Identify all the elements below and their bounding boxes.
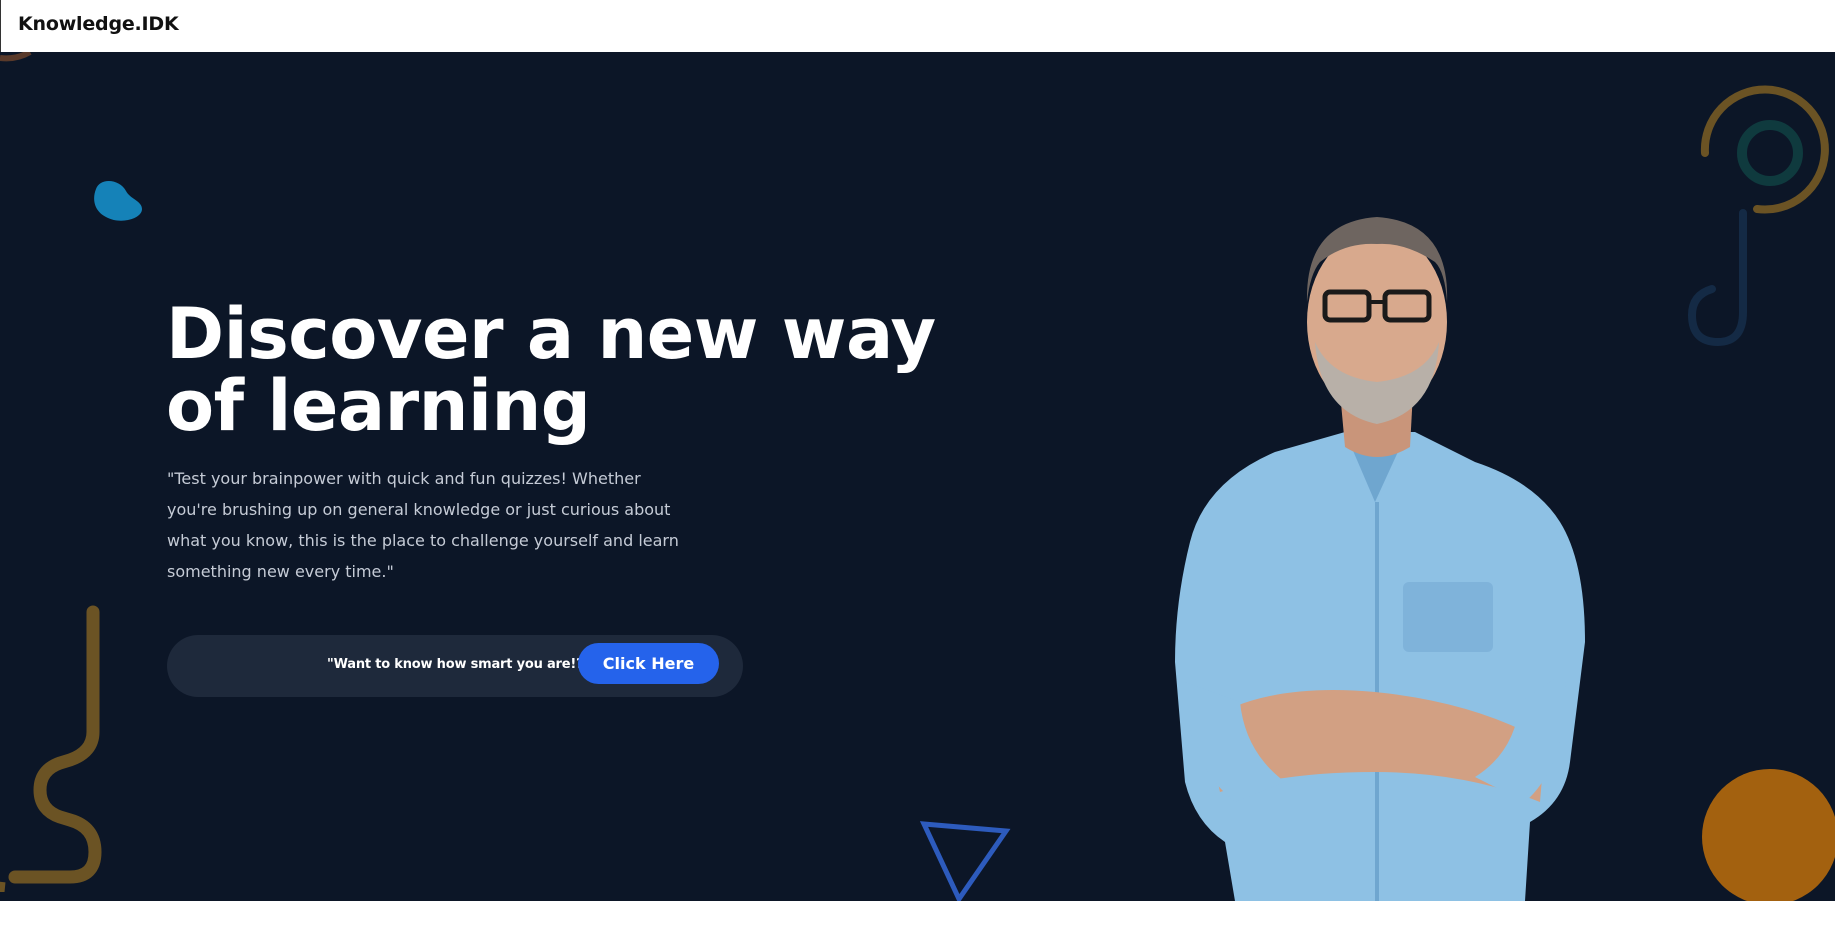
triangle-icon bbox=[919, 821, 1011, 901]
cta-prompt: "Want to know how smart you are!?" bbox=[327, 657, 591, 672]
cta-bar: "Want to know how smart you are!?" Click… bbox=[167, 635, 743, 697]
hero-person-image bbox=[1175, 217, 1585, 901]
corner-arc-icon bbox=[0, 52, 32, 62]
hero-title: Discover a new way of learning bbox=[166, 293, 936, 447]
orange-circle-icon bbox=[1702, 769, 1835, 901]
hero-section: Discover a new way of learning "Test you… bbox=[0, 52, 1835, 901]
navbar: Knowledge.IDK bbox=[0, 0, 1835, 52]
brand-logo[interactable]: Knowledge.IDK bbox=[18, 13, 179, 35]
hook-icon bbox=[1687, 209, 1747, 347]
hero-description: "Test your brainpower with quick and fun… bbox=[167, 469, 679, 581]
click-here-button[interactable]: Click Here bbox=[578, 643, 719, 684]
squiggle-icon bbox=[0, 605, 102, 892]
blue-blob-icon bbox=[94, 180, 142, 221]
page-footer-strip bbox=[0, 901, 1835, 927]
